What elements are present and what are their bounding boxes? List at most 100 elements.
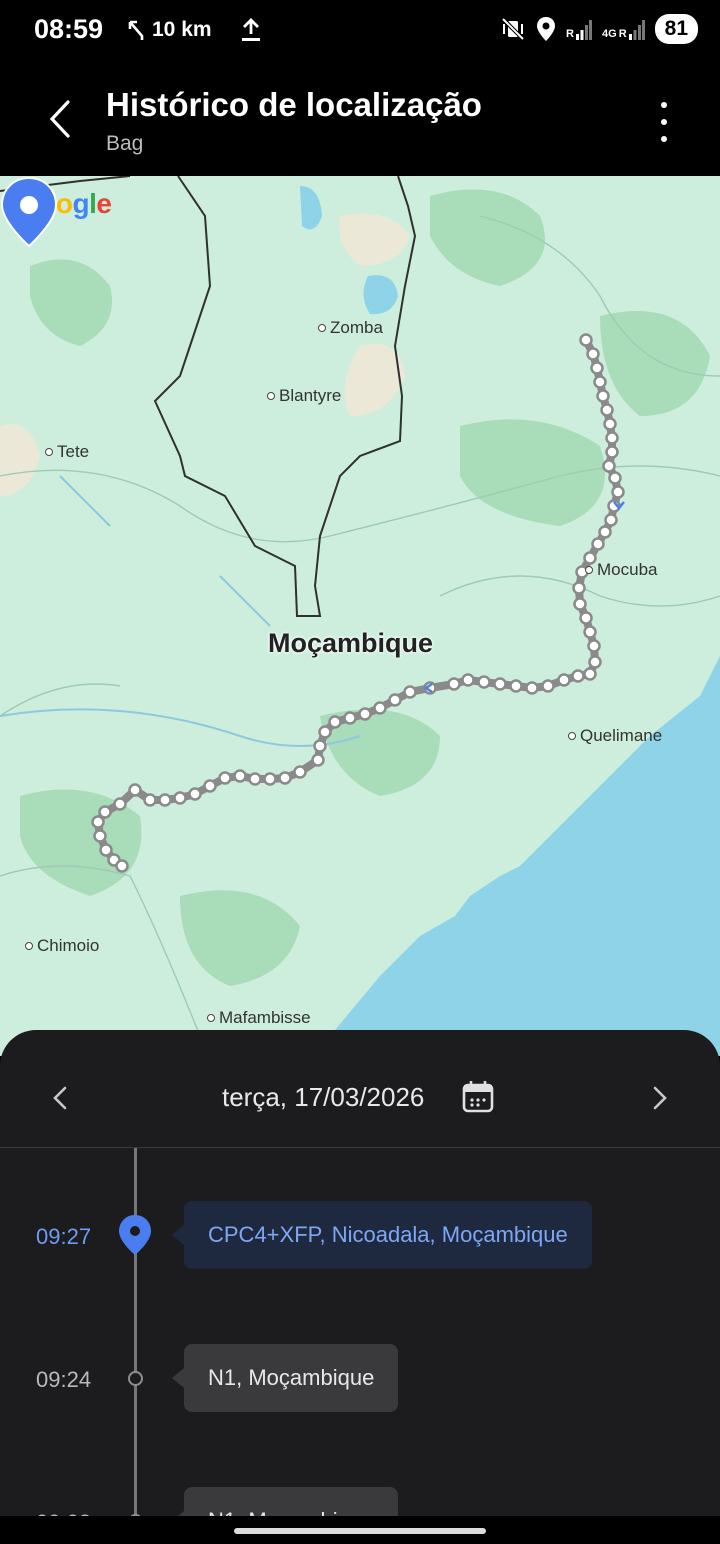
river — [0, 708, 361, 747]
timeline-entry-card[interactable]: CPC4+XFP, Nicoadala, Moçambique — [172, 1201, 592, 1269]
route-point — [91, 815, 105, 829]
route-point — [373, 701, 387, 715]
more-options-icon — [661, 102, 667, 108]
route-point — [188, 787, 202, 801]
previous-day-button[interactable] — [48, 1080, 72, 1116]
home-gesture-handle[interactable] — [234, 1528, 486, 1534]
route-point — [596, 389, 610, 403]
route-point — [173, 791, 187, 805]
route-point — [358, 707, 372, 721]
route-point — [587, 639, 601, 653]
place-label: Zomba — [330, 318, 383, 337]
nav-distance: 10 km — [152, 18, 212, 41]
place-label: Tete — [57, 442, 90, 461]
place-zomba[interactable]: Zomba — [318, 318, 383, 338]
route-point — [583, 667, 597, 681]
country-label: Moçambique — [268, 628, 434, 658]
route-point — [583, 625, 597, 639]
place-label: Mocuba — [597, 560, 658, 579]
map-canvas — [0, 176, 720, 1056]
dry-area — [0, 424, 40, 496]
route-point — [311, 753, 325, 767]
lake — [300, 186, 322, 230]
place-quelimane[interactable]: Quelimane — [568, 726, 662, 746]
chevron-left-icon — [53, 1086, 67, 1110]
route-point — [572, 581, 586, 595]
route-point — [99, 843, 113, 857]
timeline-entry-card[interactable]: N1, Moçambique — [171, 1344, 399, 1412]
location-icon — [537, 17, 556, 41]
entry-time: 09:27 — [36, 1224, 92, 1249]
status-bar: 08:59 10 km R 4G R 81 — [0, 0, 720, 64]
route-point — [604, 513, 618, 527]
route-point — [343, 711, 357, 725]
place-label: Blantyre — [279, 386, 342, 405]
signal-icon-2: 4G R — [602, 18, 645, 40]
route-point — [263, 772, 277, 786]
route-point — [573, 597, 587, 611]
route-point — [115, 859, 129, 873]
route-point — [509, 679, 523, 693]
forest-area — [460, 419, 605, 526]
status-icons: R 4G R 81 — [500, 14, 698, 44]
route-point — [388, 693, 402, 707]
river — [59, 475, 111, 527]
place-dot-icon — [568, 732, 576, 740]
route-point — [591, 537, 605, 551]
roaming-label-2: R — [618, 28, 627, 40]
place-dot-icon — [267, 392, 275, 400]
roaming-label-1: R — [566, 28, 574, 40]
route-point — [248, 772, 262, 786]
signal-bars-icon — [628, 20, 645, 40]
route-point — [318, 725, 332, 739]
route-point — [605, 431, 619, 445]
timeline-node — [128, 1371, 143, 1386]
route-point — [608, 471, 622, 485]
calendar-icon[interactable] — [462, 1080, 494, 1114]
upload-icon — [242, 18, 260, 41]
route-point — [571, 669, 585, 683]
next-day-button[interactable] — [648, 1080, 672, 1116]
place-label: Mafambisse — [219, 1008, 311, 1027]
river — [219, 575, 271, 627]
app-header: Histórico de localização Bag — [0, 64, 720, 176]
page-title: Histórico de localização — [106, 86, 482, 123]
entry-time: 09:24 — [36, 1367, 92, 1392]
current-location-pin-icon[interactable] — [0, 176, 58, 248]
more-options-button[interactable] — [652, 102, 676, 142]
route-point — [557, 673, 571, 687]
route-point — [158, 793, 172, 807]
route-point — [590, 361, 604, 375]
route-point — [600, 403, 614, 417]
network-type-label: 4G — [602, 28, 617, 40]
route-point — [461, 673, 475, 687]
map-view[interactable]: Google Zomba Blantyre Tete Mocuba Quelim… — [0, 176, 720, 1056]
timeline-sheet: terça, 17/03/2026 09:27 CPC4+XFP, Nicoad… — [0, 1030, 720, 1544]
route-point — [603, 417, 617, 431]
route-point — [278, 771, 292, 785]
place-tete[interactable]: Tete — [45, 442, 89, 462]
route-point — [598, 525, 612, 539]
forest-area — [180, 890, 300, 986]
route-point — [143, 793, 157, 807]
back-arrow-icon — [49, 100, 70, 138]
back-button[interactable] — [40, 94, 84, 144]
place-dot-icon — [585, 566, 593, 574]
route-point — [113, 797, 127, 811]
place-blantyre[interactable]: Blantyre — [267, 386, 341, 406]
route-point — [605, 445, 619, 459]
place-chimoio[interactable]: Chimoio — [25, 936, 99, 956]
route-point — [293, 765, 307, 779]
place-dot-icon — [45, 448, 53, 456]
place-mafambisse[interactable]: Mafambisse — [207, 1008, 311, 1028]
lake — [363, 275, 398, 315]
selected-date[interactable]: terça, 17/03/2026 — [222, 1082, 424, 1113]
forest-area — [600, 311, 710, 416]
route-point — [98, 805, 112, 819]
place-dot-icon — [318, 324, 326, 332]
route-point — [611, 485, 625, 499]
date-selector: terça, 17/03/2026 — [0, 1030, 720, 1148]
signal-bars-icon — [576, 20, 592, 40]
place-mocuba[interactable]: Mocuba — [585, 560, 657, 580]
status-time: 08:59 — [34, 14, 104, 44]
